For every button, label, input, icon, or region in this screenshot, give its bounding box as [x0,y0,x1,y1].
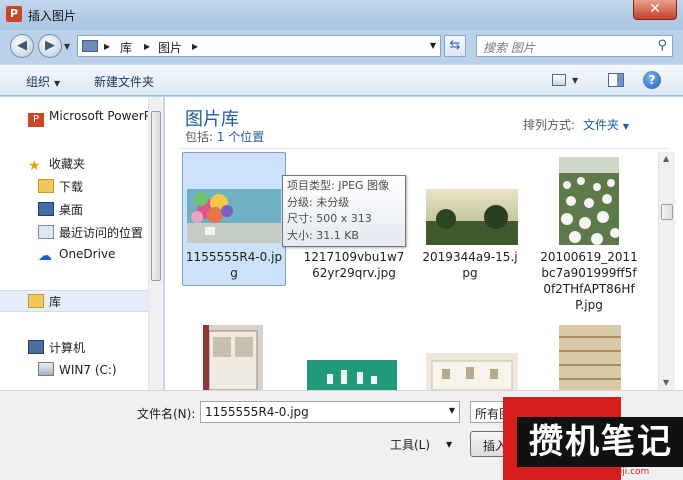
tools-button[interactable]: 工具(L) [390,436,430,453]
balloon-image [187,189,281,243]
change-view-icon[interactable] [552,74,566,86]
search-input[interactable]: 搜索 图片 ⚲ [476,35,673,57]
command-bar: 组织 ▼ 新建文件夹 ▼ ? [0,64,683,96]
file-name[interactable]: 1155555R4-0.jp g [182,249,286,281]
filename-label: 文件名(N): [137,407,196,421]
computer-icon [28,340,44,354]
sidebar-item-computer[interactable]: 计算机 [28,339,85,356]
file-name[interactable]: 1217109vbu1w7 62yr29qrv.jpg [299,249,409,281]
powerpoint-app-icon: P [6,6,22,22]
organize-button[interactable]: 组织 ▼ [26,73,60,90]
wicker-basket-image[interactable] [559,325,621,390]
scroll-down-icon[interactable]: ▼ [663,378,669,387]
sidebar-item-powerpoint[interactable]: P Microsoft PowerP [28,109,151,127]
flower-field-image [559,157,619,245]
scroll-up-icon[interactable]: ▲ [663,154,669,163]
powerpoint-icon: P [28,113,44,127]
download-folder-icon [38,179,54,193]
arrow-right-icon: ▶ [45,38,55,53]
refresh-icon: ⇆ [449,38,461,53]
shelf-figures-image[interactable] [426,353,518,390]
address-bar[interactable]: ▸ 库 ▸ 图片 ▸ ▼ [77,35,441,57]
title-bar: P 插入图片 ✕ [0,0,683,30]
file-list-area: 图片库 包括: 1 个位置 排列方式: 文件夹 ▼ 1155555R4-0.jp g… [165,97,683,390]
sidebar-item-recent[interactable]: 最近访问的位置 [38,224,143,241]
watermark-text: 攒机笔记 [529,422,673,462]
file-info-tooltip: 项目类型: JPEG 图像 分级: 未分级 尺寸: 500 x 313 大小: … [282,175,406,247]
back-button[interactable]: ◀ [10,34,34,58]
selected-row-highlight [0,290,148,312]
breadcrumb-pictures[interactable]: 图片 [158,39,182,56]
header-divider [179,148,669,149]
watermark-logo: 攒机笔记 www.cuanjibiji.com [503,397,683,480]
sidebar-item-drive-c[interactable]: WIN7 (C:) [38,362,117,377]
chevron-down-icon[interactable]: ▼ [449,406,455,415]
scrollbar-thumb[interactable] [151,111,161,281]
file-name[interactable]: 20100619_2011 bc7a901999ff5f 0f2THfAPT86Hf… [539,249,639,313]
library-locations-link[interactable]: 1 个位置 [217,130,264,144]
arrange-by: 排列方式: 文件夹 ▼ [523,118,630,132]
recent-places-icon [38,225,54,239]
watermark-url: www.cuanjibiji.com [563,467,650,477]
refresh-button[interactable]: ⇆ [444,35,466,57]
library-includes: 包括: 1 个位置 [185,130,265,144]
sidebar-item-desktop[interactable]: 桌面 [38,201,83,218]
file-name[interactable]: 2019344a9-15.j pg [415,249,525,281]
library-folder-icon [82,40,98,52]
search-icon[interactable]: ⚲ [657,38,667,53]
cabinet-image[interactable] [203,325,263,390]
green-figures-image[interactable] [307,360,397,390]
navigation-pane: P Microsoft PowerP ★ 收藏夹 下载 桌面 最近访问的位置 ☁ On… [0,97,164,390]
sidebar-item-onedrive[interactable]: ☁ OneDrive [38,247,115,263]
filename-input[interactable]: 1155555R4-0.jpg ▼ [200,401,460,423]
star-icon: ★ [28,158,41,174]
chevron-down-icon[interactable]: ▼ [446,440,452,449]
scrollbar-thumb[interactable] [661,204,673,220]
sidebar-item-favorites[interactable]: ★ 收藏夹 [28,155,85,173]
onedrive-icon: ☁ [38,248,52,264]
navigation-pane-scrollbar[interactable] [148,97,163,390]
breadcrumb-separator-icon[interactable]: ▸ [144,39,150,53]
navigation-bar: ◀ ▶ ▼ ▸ 库 ▸ 图片 ▸ ▼ ⇆ 搜索 图片 ⚲ [0,30,683,62]
drive-icon [38,362,54,376]
breadcrumb-separator-icon[interactable]: ▸ [104,39,110,53]
address-dropdown-icon[interactable]: ▼ [430,41,436,50]
chevron-down-icon: ▼ [54,79,61,88]
close-button[interactable]: ✕ [633,0,677,20]
file-list-scrollbar[interactable]: ▲ ▼ [658,152,675,390]
library-icon [28,294,44,308]
sidebar-item-library[interactable]: 库 [28,293,61,310]
forward-button[interactable]: ▶ [38,34,62,58]
window-title: 插入图片 [28,9,77,23]
view-options-dropdown[interactable]: ▼ [572,76,578,85]
new-folder-button[interactable]: 新建文件夹 [94,73,154,90]
organize-label: 组织 [26,75,51,89]
desktop-icon [38,202,54,216]
breadcrumb-library[interactable]: 库 [120,39,132,56]
arrow-left-icon: ◀ [17,38,27,53]
preview-pane-icon[interactable] [608,73,624,87]
search-placeholder: 搜索 图片 [483,41,535,55]
close-icon: ✕ [649,1,661,17]
breadcrumb-separator-icon[interactable]: ▸ [192,39,198,53]
help-icon[interactable]: ? [643,71,661,89]
chevron-down-icon: ▼ [622,122,630,131]
arrange-by-dropdown[interactable]: 文件夹 ▼ [583,118,629,132]
recent-pages-dropdown[interactable]: ▼ [64,42,70,51]
sidebar-item-downloads[interactable]: 下载 [38,178,83,195]
landscape-image [426,189,518,245]
